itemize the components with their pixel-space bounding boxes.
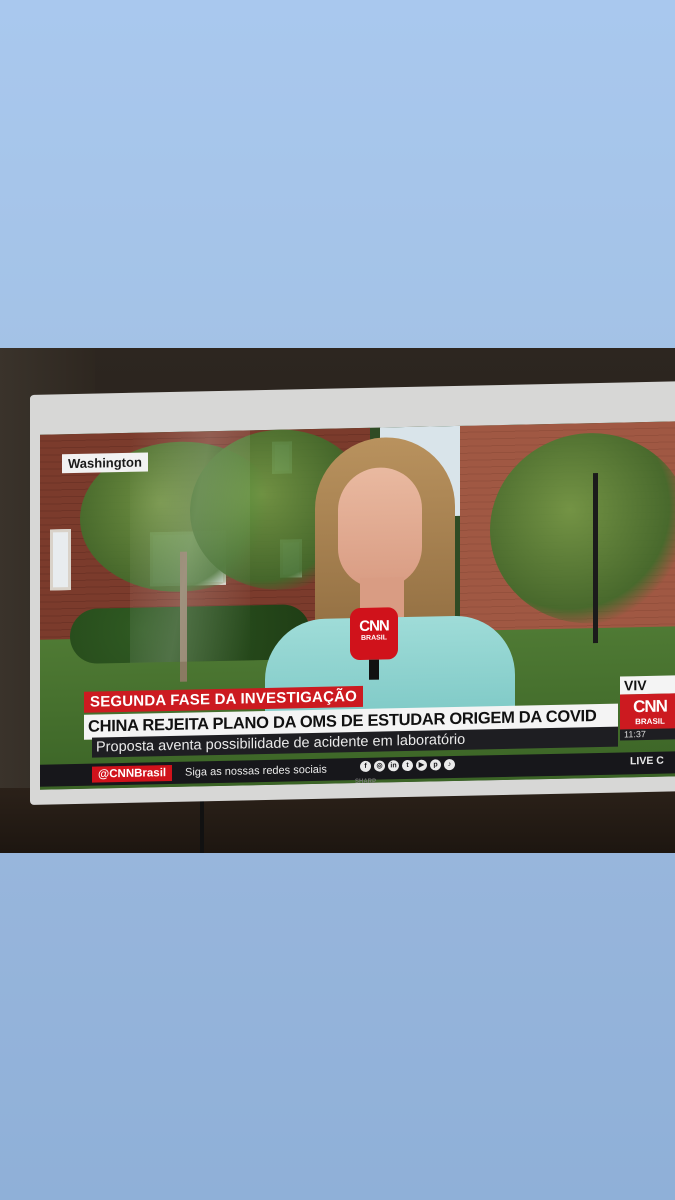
tv-brand: SHARP xyxy=(355,779,377,785)
microphone-flag: CNN BRASIL xyxy=(350,607,398,661)
tv-screen: CNN BRASIL Washington SEGUNDA FASE DA IN… xyxy=(40,421,675,790)
facebook-icon: f xyxy=(360,760,371,772)
reporter-face xyxy=(338,466,422,589)
pinterest-icon: p xyxy=(430,759,441,771)
live-badge: VIV CNN BRASIL 11:37 xyxy=(620,675,675,741)
lamp-post xyxy=(593,473,598,644)
youtube-icon: ▶ xyxy=(416,759,427,771)
cnn-logo: CNN BRASIL xyxy=(620,693,675,730)
cnn-logo-sub: BRASIL xyxy=(635,716,665,727)
live-label: LIVE C xyxy=(630,754,664,768)
cnn-logo-text: CNN xyxy=(633,696,667,717)
instagram-icon: ◎ xyxy=(374,760,385,772)
screen-glare xyxy=(130,430,250,663)
mic-sub: BRASIL xyxy=(360,634,388,642)
window xyxy=(50,529,71,591)
clock: 11:37 xyxy=(620,728,675,741)
tiktok-icon: ♪ xyxy=(444,759,455,771)
social-handle: @CNNBrasil xyxy=(92,764,173,783)
social-icons: f ◎ in t ▶ p ♪ xyxy=(360,759,455,772)
microphone xyxy=(369,659,379,680)
mic-logo: CNN xyxy=(359,617,389,636)
linkedin-icon: in xyxy=(388,760,399,772)
location-tag: Washington xyxy=(62,452,148,474)
twitter-icon: t xyxy=(402,759,413,772)
live-text: VIV xyxy=(620,675,675,695)
